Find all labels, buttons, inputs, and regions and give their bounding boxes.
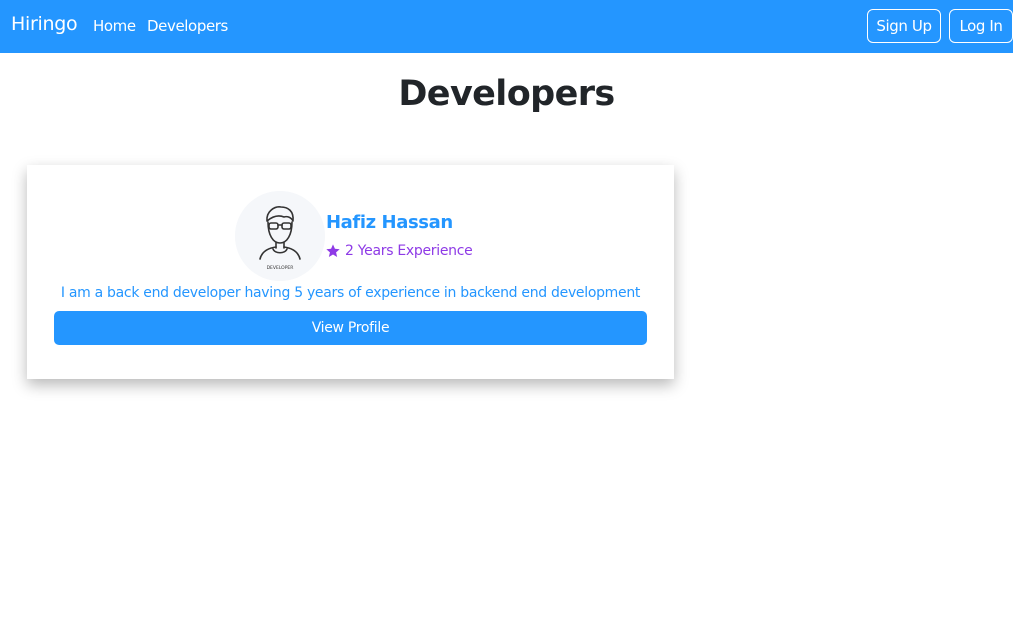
- log-in-button[interactable]: Log In: [949, 9, 1013, 43]
- navbar: Hiringo Home Developers Sign Up Log In: [0, 0, 1013, 53]
- view-profile-button[interactable]: View Profile: [54, 311, 647, 345]
- developer-name[interactable]: Hafiz Hassan: [326, 212, 453, 233]
- developer-avatar-caption: DEVELOPER: [267, 265, 294, 271]
- developer-card: DEVELOPER Hafiz Hassan 2 Years Experienc…: [27, 165, 674, 379]
- page-title: Developers: [398, 74, 615, 114]
- nav-link-home[interactable]: Home: [93, 17, 136, 35]
- developer-avatar: DEVELOPER: [235, 191, 325, 281]
- sign-up-button[interactable]: Sign Up: [867, 9, 941, 43]
- developer-avatar-icon: DEVELOPER: [235, 191, 325, 281]
- developer-bio: I am a back end developer having 5 years…: [60, 285, 641, 301]
- star-icon: [325, 243, 341, 259]
- experience-row: 2 Years Experience: [325, 243, 473, 259]
- brand-logo-link[interactable]: Hiringo: [11, 13, 78, 35]
- experience-label: 2 Years Experience: [345, 243, 473, 259]
- nav-link-developers[interactable]: Developers: [147, 17, 228, 35]
